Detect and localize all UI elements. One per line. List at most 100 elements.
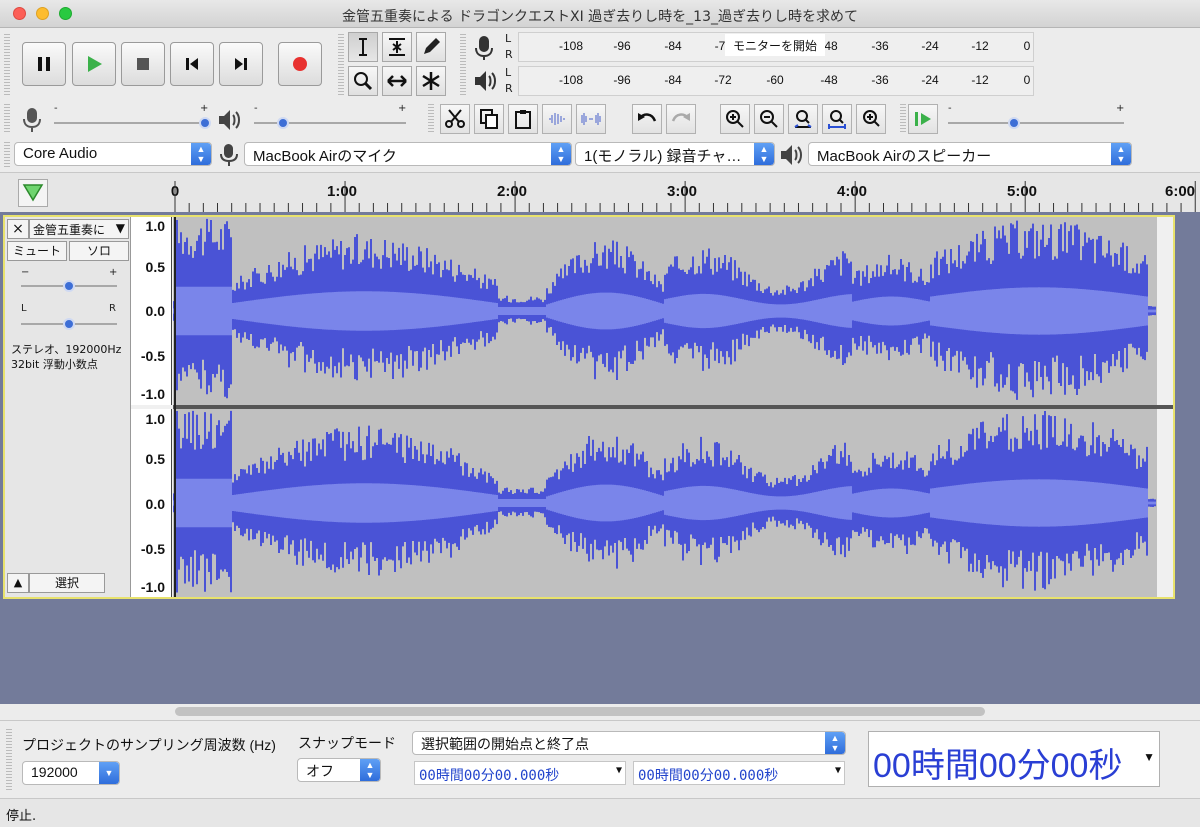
playback-speed-slider[interactable] xyxy=(948,122,1124,124)
fit-selection-button[interactable] xyxy=(788,104,818,134)
solo-button[interactable]: ソロ xyxy=(69,241,129,261)
playback-volume-knob[interactable] xyxy=(277,117,290,129)
redo-icon xyxy=(671,113,690,122)
magnifier-icon xyxy=(354,72,373,91)
selection-start-value: 00時間00分00.000秒 xyxy=(419,768,560,784)
zoom-out-icon xyxy=(760,110,778,128)
horizontal-scrollbar[interactable] xyxy=(175,707,985,716)
toolbar-grip[interactable] xyxy=(460,34,466,96)
meter-channel-left: L xyxy=(505,32,512,45)
waveform xyxy=(172,218,1156,400)
silence-audio-button[interactable] xyxy=(576,104,606,134)
record-button[interactable] xyxy=(278,42,322,86)
selection-end-time[interactable]: 00時間00分00.000秒 ▼ xyxy=(633,761,845,785)
stop-button[interactable] xyxy=(121,42,165,86)
redo-button[interactable] xyxy=(666,104,696,134)
snap-mode-value: オフ xyxy=(306,763,334,779)
selection-mode-select[interactable]: 選択範囲の開始点と終了点 ▲ ▼ xyxy=(412,731,846,755)
play-button[interactable] xyxy=(72,42,116,86)
project-rate-value: 192000 xyxy=(31,764,78,780)
record-meter-button[interactable] xyxy=(470,32,498,62)
toolbar-grip[interactable] xyxy=(900,104,906,134)
audio-position-display[interactable]: 00時間00分00秒 ▼ xyxy=(868,731,1160,787)
skip-to-end-button[interactable] xyxy=(219,42,263,86)
waveform-right-channel[interactable] xyxy=(172,409,1157,597)
title-bar: 金管五重奏による ドラゴンクエストXI 過ぎ去りし時を_13_過ぎ去りし時を求め… xyxy=(0,0,1200,28)
zoom-in-button[interactable] xyxy=(720,104,750,134)
audio-track[interactable]: × 金管五重奏に ▼ ミュート ソロ − + L R ステレオ、192000Hz… xyxy=(3,215,1175,599)
zoom-fit-icon xyxy=(828,110,846,129)
project-rate-select[interactable]: 192000 ▼ xyxy=(22,761,120,785)
toolbar-grip[interactable] xyxy=(4,142,10,168)
microphone-icon xyxy=(475,36,493,60)
selection-start-time[interactable]: 00時間00分00.000秒 ▼ xyxy=(414,761,626,785)
triangle-down-icon: ▼ xyxy=(115,221,125,235)
skip-to-start-button[interactable] xyxy=(170,42,214,86)
zoom-tool-button[interactable] xyxy=(348,66,378,96)
paste-button[interactable] xyxy=(508,104,538,134)
vertical-ruler-right[interactable]: 1.0 0.5 0.0 -0.5 -1.0 xyxy=(131,409,172,597)
collapse-track-button[interactable]: ▲ xyxy=(7,573,29,593)
multi-tool-button[interactable] xyxy=(416,66,446,96)
meter-tick-label: -72 xyxy=(714,73,732,87)
waveform-left-channel[interactable] xyxy=(172,217,1157,405)
snap-mode-select[interactable]: オフ ▲ ▼ xyxy=(297,758,381,782)
record-volume-slider[interactable] xyxy=(54,122,206,124)
speaker-icon xyxy=(475,71,496,91)
record-volume-knob[interactable] xyxy=(199,117,211,129)
start-monitoring-hint[interactable]: モニターを開始 xyxy=(725,34,825,56)
zoom-toggle-button[interactable] xyxy=(856,104,886,134)
play-at-speed-button[interactable] xyxy=(908,104,938,134)
track-panel[interactable]: × 金管五重奏に ▼ ミュート ソロ − + L R ステレオ、192000Hz… xyxy=(0,212,1200,704)
track-format-info: ステレオ、192000Hz xyxy=(11,343,122,356)
selection-tool-button[interactable] xyxy=(348,32,378,62)
status-text: 停止. xyxy=(6,809,37,824)
record-meter[interactable]: -108 -96 -84 -7 -48 -36 -24 -12 0 モニターを開… xyxy=(518,32,1034,62)
playback-meter-button[interactable] xyxy=(470,66,498,96)
recording-device-value: MacBook Airのマイク xyxy=(253,148,397,165)
envelope-tool-button[interactable] xyxy=(382,32,412,62)
trim-audio-button[interactable] xyxy=(542,104,572,134)
pan-knob[interactable] xyxy=(63,318,75,330)
close-track-button[interactable]: × xyxy=(7,219,29,239)
audio-host-select[interactable]: Core Audio ▲ ▼ xyxy=(14,142,212,166)
record-icon xyxy=(293,57,307,71)
meter-tick-label: -96 xyxy=(613,39,631,53)
zoom-out-button[interactable] xyxy=(754,104,784,134)
vertical-ruler-left[interactable]: 1.0 0.5 0.0 -0.5 -1.0 xyxy=(131,217,172,405)
pan-left-label: L xyxy=(21,303,27,314)
toolbar-grip[interactable] xyxy=(4,34,10,96)
microphone-icon xyxy=(23,108,41,132)
recording-channels-select[interactable]: 1(モノラル) 録音チャ… ▲ ▼ xyxy=(575,142,775,166)
undo-button[interactable] xyxy=(632,104,662,134)
toolbar-grip[interactable] xyxy=(6,729,12,791)
scale-label: -0.5 xyxy=(140,541,165,557)
meter-tick-label: -60 xyxy=(766,73,784,87)
pause-button[interactable] xyxy=(22,42,66,86)
playback-device-select[interactable]: MacBook Airのスピーカー ▲ ▼ xyxy=(808,142,1132,166)
track-menu-button[interactable]: 金管五重奏に ▼ xyxy=(29,219,129,239)
timeline-ruler[interactable]: 0 1:00 2:00 3:00 4:00 5:00 6:00 xyxy=(0,172,1200,212)
gain-knob[interactable] xyxy=(63,280,75,292)
fit-project-button[interactable] xyxy=(822,104,852,134)
slider-plus: + xyxy=(200,103,209,114)
mute-button[interactable]: ミュート xyxy=(7,241,67,261)
cut-button[interactable] xyxy=(440,104,470,134)
select-track-button[interactable]: 選択 xyxy=(29,573,105,593)
playback-device-value: MacBook Airのスピーカー xyxy=(817,148,992,165)
toolbar-grip[interactable] xyxy=(4,104,10,134)
recording-device-select[interactable]: MacBook Airのマイク ▲ ▼ xyxy=(244,142,572,166)
playback-speed-knob[interactable] xyxy=(1007,117,1020,129)
double-arrow-icon xyxy=(387,75,407,87)
selection-end-value: 00時間00分00.000秒 xyxy=(638,768,779,784)
playback-meter[interactable]: -108 -96 -84 -72 -60 -48 -36 -24 -12 0 xyxy=(518,66,1034,96)
toolbar-grip[interactable] xyxy=(338,34,344,96)
draw-tool-button[interactable] xyxy=(416,32,446,62)
slider-plus: + xyxy=(398,103,407,114)
track-control-panel: × 金管五重奏に ▼ ミュート ソロ − + L R ステレオ、192000Hz… xyxy=(5,217,131,597)
chevron-updown-icon: ▲ ▼ xyxy=(1111,143,1131,165)
copy-button[interactable] xyxy=(474,104,504,134)
time-shift-tool-button[interactable] xyxy=(382,66,412,96)
scale-label: 0.5 xyxy=(145,259,165,275)
toolbar-grip[interactable] xyxy=(428,104,434,134)
